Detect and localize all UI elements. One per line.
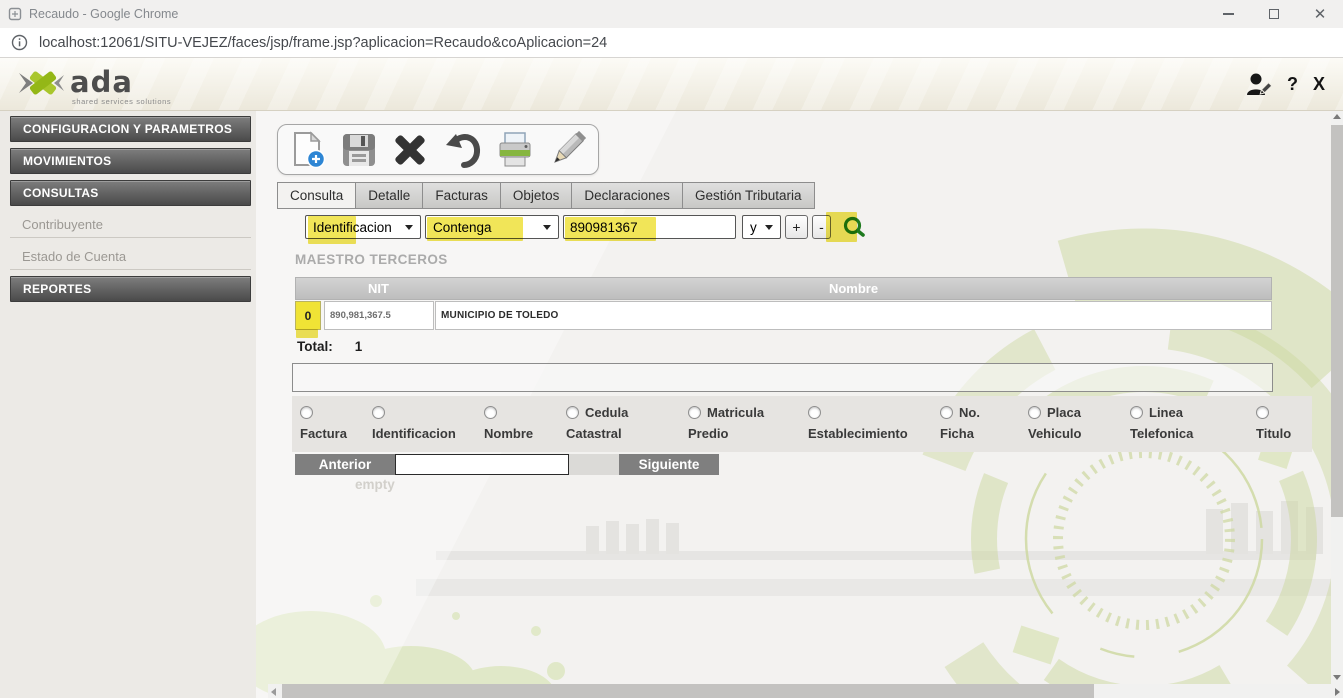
row-index-cell[interactable]: 0 xyxy=(295,301,321,330)
scroll-left-arrow-icon[interactable] xyxy=(271,688,276,696)
empty-status-text: empty xyxy=(355,477,395,492)
radio-linea-telefonica[interactable] xyxy=(1130,406,1143,419)
pagination-spacer xyxy=(569,454,619,475)
table-header-row: NIT Nombre xyxy=(295,277,1272,300)
minimize-button[interactable] xyxy=(1205,0,1251,28)
close-window-button[interactable]: ✕ xyxy=(1297,0,1343,28)
sidebar-menu: CONFIGURACION Y PARAMETROS MOVIMIENTOS C… xyxy=(0,111,256,698)
message-box xyxy=(292,363,1273,392)
radio-no-ficha[interactable] xyxy=(940,406,953,419)
option-matricula-predio[interactable]: Matricula Predio xyxy=(688,403,808,452)
pagination-bar: Anterior Siguiente xyxy=(295,454,719,475)
highlight-operator-select xyxy=(427,217,523,241)
radio-matricula-predio[interactable] xyxy=(688,406,701,419)
highlight-row-index xyxy=(296,329,318,338)
total-value: 1 xyxy=(355,339,363,354)
option-nombre[interactable]: Nombre xyxy=(484,403,566,452)
undo-icon[interactable] xyxy=(444,132,482,168)
window-title: Recaudo - Google Chrome xyxy=(29,7,178,21)
option-titulo[interactable]: Titulo xyxy=(1256,403,1312,452)
scroll-up-arrow-icon[interactable] xyxy=(1333,114,1341,119)
total-label: Total: xyxy=(297,339,333,354)
horizontal-scrollbar[interactable] xyxy=(268,684,1343,698)
tab-facturas[interactable]: Facturas xyxy=(423,182,501,209)
option-identificacion[interactable]: Identificacion xyxy=(372,403,484,452)
sidebar-item-configuracion[interactable]: CONFIGURACION Y PARAMETROS xyxy=(10,116,251,142)
option-no-ficha[interactable]: No. Ficha xyxy=(940,403,1028,452)
add-condition-button[interactable]: + xyxy=(785,215,808,239)
edit-icon[interactable] xyxy=(548,131,586,169)
option-cedula-catastral[interactable]: Cedula Catastral xyxy=(566,403,688,452)
app-header: ada shared services solutions ? X xyxy=(0,58,1343,111)
tab-objetos[interactable]: Objetos xyxy=(501,182,573,209)
ada-logo: ada shared services solutions xyxy=(16,61,186,107)
app-favicon xyxy=(8,7,22,21)
print-icon[interactable] xyxy=(496,131,534,169)
tab-declaraciones[interactable]: Declaraciones xyxy=(572,182,683,209)
conjunction-select[interactable]: y xyxy=(742,215,781,239)
section-title: MAESTRO TERCEROS xyxy=(295,252,448,267)
page-number-input[interactable] xyxy=(395,454,569,475)
chevron-down-icon xyxy=(543,225,551,230)
sidebar-item-movimientos[interactable]: MOVIMIENTOS xyxy=(10,148,251,174)
maximize-button[interactable] xyxy=(1251,0,1297,28)
vertical-scrollbar-thumb[interactable] xyxy=(1331,125,1343,517)
total-line: Total: 1 xyxy=(297,339,362,354)
tab-consulta[interactable]: Consulta xyxy=(277,182,356,209)
user-edit-icon[interactable] xyxy=(1244,71,1272,97)
record-tabs: Consulta Detalle Facturas Objetos Declar… xyxy=(277,182,815,209)
results-table: NIT Nombre 0 890,981,367.5 MUNICIPIO DE … xyxy=(295,277,1272,330)
highlight-field-select xyxy=(308,216,356,244)
row-nombre-cell[interactable]: MUNICIPIO DE TOLEDO xyxy=(435,301,1272,330)
sidebar-item-reportes[interactable]: REPORTES xyxy=(10,276,251,302)
chevron-down-icon xyxy=(405,225,413,230)
brand-name: ada xyxy=(70,65,133,99)
option-placa-vehiculo[interactable]: Placa Vehiculo xyxy=(1028,403,1130,452)
radio-titulo[interactable] xyxy=(1256,406,1269,419)
new-record-icon[interactable] xyxy=(290,131,327,169)
page-info-icon[interactable] xyxy=(11,34,28,51)
radio-identificacion[interactable] xyxy=(372,406,385,419)
next-page-button[interactable]: Siguiente xyxy=(619,454,719,475)
content-panel: Consulta Detalle Facturas Objetos Declar… xyxy=(256,111,1343,698)
table-row[interactable]: 0 890,981,367.5 MUNICIPIO DE TOLEDO xyxy=(295,301,1272,330)
main-area: CONFIGURACION Y PARAMETROS MOVIMIENTOS C… xyxy=(0,111,1343,698)
sidebar-item-contribuyente[interactable]: Contribuyente xyxy=(10,212,251,238)
record-toolbar xyxy=(277,124,599,175)
sidebar-item-estado-de-cuenta[interactable]: Estado de Cuenta xyxy=(10,244,251,270)
tab-gestion-tributaria[interactable]: Gestión Tributaria xyxy=(683,182,815,209)
tab-detalle[interactable]: Detalle xyxy=(356,182,423,209)
previous-page-button[interactable]: Anterior xyxy=(295,454,395,475)
radio-establecimiento[interactable] xyxy=(808,406,821,419)
option-linea-telefonica[interactable]: Linea Telefonica xyxy=(1130,403,1256,452)
close-icon: ✕ xyxy=(1314,7,1327,22)
radio-cedula-catastral[interactable] xyxy=(566,406,579,419)
scroll-right-arrow-icon[interactable] xyxy=(1335,688,1340,696)
search-by-options: Factura Identificacion Nombre Cedula Cat… xyxy=(292,396,1312,452)
row-nit-cell[interactable]: 890,981,367.5 xyxy=(324,301,434,330)
option-establecimiento[interactable]: Establecimiento xyxy=(808,403,940,452)
app-close-button[interactable]: X xyxy=(1313,74,1325,95)
sidebar-item-consultas[interactable]: CONSULTAS xyxy=(10,180,251,206)
save-icon[interactable] xyxy=(341,132,377,168)
maximize-icon xyxy=(1269,9,1279,19)
radio-placa-vehiculo[interactable] xyxy=(1028,406,1041,419)
browser-titlebar: Recaudo - Google Chrome ✕ xyxy=(0,0,1343,28)
radio-nombre[interactable] xyxy=(484,406,497,419)
scroll-down-arrow-icon[interactable] xyxy=(1333,675,1341,680)
url-text: localhost:12061/SITU-VEJEZ/faces/jsp/fra… xyxy=(39,35,607,51)
highlight-search-button xyxy=(826,212,857,242)
option-factura[interactable]: Factura xyxy=(300,403,372,452)
help-button[interactable]: ? xyxy=(1287,74,1298,95)
column-header-nombre: Nombre xyxy=(436,278,1271,299)
delete-icon[interactable] xyxy=(391,132,429,168)
chevron-down-icon xyxy=(765,225,773,230)
horizontal-scrollbar-thumb[interactable] xyxy=(282,684,1094,698)
brand-tagline: shared services solutions xyxy=(72,97,171,106)
address-bar[interactable]: localhost:12061/SITU-VEJEZ/faces/jsp/fra… xyxy=(0,28,1343,58)
minimize-icon xyxy=(1223,13,1234,15)
highlight-search-value xyxy=(565,217,656,241)
radio-factura[interactable] xyxy=(300,406,313,419)
vertical-scrollbar[interactable] xyxy=(1331,111,1343,684)
